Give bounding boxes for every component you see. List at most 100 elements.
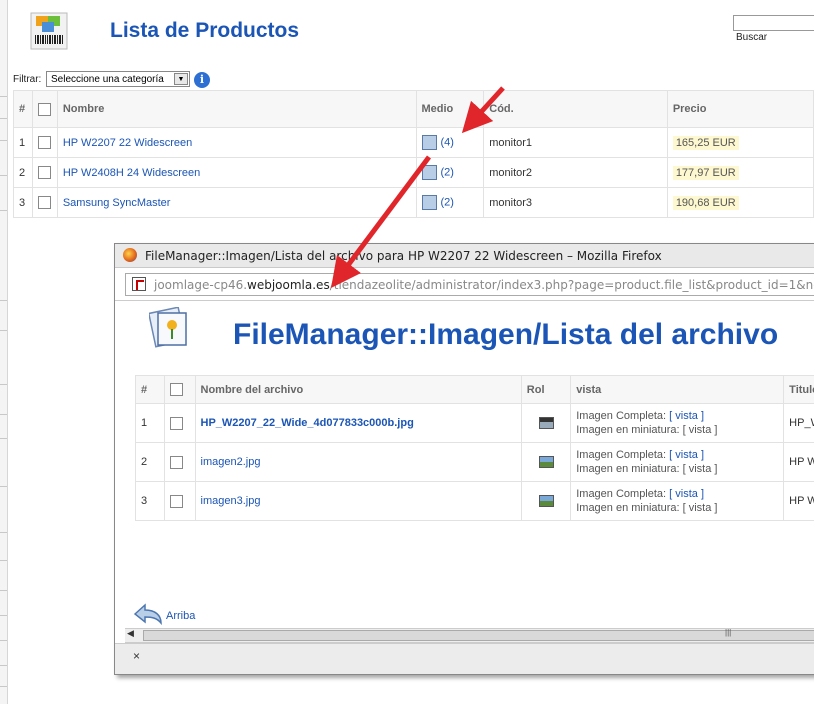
file-name-link[interactable]: imagen2.jpg (201, 456, 261, 468)
column-filename: Nombre del archivo (194, 375, 522, 404)
file-list-table: # Nombre del archivo Rol vista Titulo 1 … (135, 375, 814, 521)
row-number: 3 (13, 187, 33, 218)
category-select[interactable]: Seleccione una categoría ▼ (46, 71, 190, 87)
category-select-value: Seleccione una categoría (51, 74, 164, 85)
vista-thumb-link[interactable]: [ vista ] (683, 502, 718, 514)
column-number: # (13, 90, 33, 128)
table-row: 3 Samsung SyncMaster (2) monitor3 190,68… (13, 187, 814, 218)
vista-thumb-link[interactable]: [ vista ] (683, 424, 718, 436)
row-checkbox[interactable] (169, 455, 183, 469)
row-select-cell (163, 481, 196, 521)
row-number: 1 (135, 403, 165, 443)
media-image-icon[interactable] (421, 165, 437, 180)
row-select-cell (163, 403, 196, 443)
product-code: monitor2 (483, 157, 668, 188)
product-price: 165,25 EUR (672, 135, 739, 150)
select-all-checkbox[interactable] (37, 102, 51, 116)
firefox-icon (123, 248, 137, 262)
info-icon[interactable]: i (194, 72, 210, 88)
vista-full-label: Imagen Completa: (576, 449, 667, 461)
table-header-row: # Nombre Medio Cód. Precio (13, 90, 814, 128)
vista-thumb-label: Imagen en miniatura: (576, 463, 680, 475)
product-name-link[interactable]: HP W2207 22 Widescreen (63, 137, 192, 149)
back-arrow-icon[interactable] (133, 602, 163, 626)
product-price: 177,97 EUR (672, 165, 739, 180)
column-price[interactable]: Precio (666, 90, 814, 128)
media-count-link[interactable]: (2) (441, 196, 454, 208)
filemanager-popup-window: FileManager::Imagen/Lista del archivo pa… (114, 243, 814, 675)
product-name-link[interactable]: HP W2408H 24 Widescreen (63, 167, 200, 179)
media-image-icon[interactable] (421, 135, 437, 150)
close-icon[interactable]: × (133, 649, 140, 663)
vista-thumb-link[interactable]: [ vista ] (683, 463, 718, 475)
search-input[interactable] (733, 15, 814, 31)
row-checkbox[interactable] (37, 196, 51, 209)
row-number: 1 (13, 127, 33, 158)
column-vista: vista (570, 375, 785, 404)
row-select-cell (31, 157, 58, 188)
products-table: # Nombre Medio Cód. Precio 1 HP W2207 22… (13, 90, 814, 218)
table-row: 3 imagen3.jpg Imagen Completa: [ vista ]… (135, 481, 814, 521)
file-name-link[interactable]: imagen3.jpg (201, 495, 261, 507)
row-number: 3 (135, 481, 165, 521)
select-all-cell (163, 375, 196, 404)
select-all-checkbox[interactable] (169, 383, 183, 396)
column-number: # (135, 375, 165, 404)
row-select-cell (31, 187, 58, 218)
media-image-icon[interactable] (421, 195, 437, 210)
media-count-link[interactable]: (4) (441, 136, 454, 148)
column-rol: Rol (520, 375, 572, 404)
table-row: 1 HP_W2207_22_Wide_4d077833c000b.jpg Ima… (135, 403, 814, 443)
horizontal-scrollbar[interactable]: ◀ ||| (125, 628, 814, 643)
filter-label: Filtrar: (13, 74, 42, 85)
select-all-cell (31, 90, 58, 128)
file-name-link[interactable]: HP_W2207_22_Wide_4d077833c000b.jpg (201, 417, 414, 429)
row-checkbox[interactable] (37, 136, 51, 149)
vista-thumb-label: Imagen en miniatura: (576, 502, 680, 514)
product-name-link[interactable]: Samsung SyncMaster (63, 197, 171, 209)
site-favicon-icon (132, 277, 146, 291)
vista-full-link[interactable]: [ vista ] (669, 449, 704, 461)
row-number: 2 (135, 442, 165, 482)
page-title: Lista de Productos (110, 19, 300, 42)
product-code: monitor3 (483, 187, 668, 218)
image-role-icon (538, 456, 554, 469)
column-titulo: Titulo (783, 375, 814, 404)
product-price: 190,68 EUR (672, 195, 739, 210)
chevron-down-icon[interactable]: ▼ (174, 73, 188, 85)
row-select-cell (163, 442, 196, 482)
window-titlebar[interactable]: FileManager::Imagen/Lista del archivo pa… (115, 244, 814, 268)
url-text: joomlage-cp46.webjoomla.es/tiendazeolite… (154, 278, 814, 292)
column-media[interactable]: Medio (415, 90, 485, 128)
scrollbar-thumb[interactable] (143, 630, 814, 641)
column-name[interactable]: Nombre (56, 90, 417, 128)
vista-full-link[interactable]: [ vista ] (669, 488, 704, 500)
scroll-left-icon[interactable]: ◀ (127, 628, 134, 639)
table-row: 1 HP W2207 22 Widescreen (4) monitor1 16… (13, 127, 814, 158)
back-link[interactable]: Arriba (166, 610, 195, 622)
browser-statusbar: × (115, 643, 814, 674)
barcode-box-icon (30, 12, 68, 50)
row-checkbox[interactable] (169, 416, 183, 430)
search-button[interactable]: Buscar (733, 32, 770, 43)
row-checkbox[interactable] (169, 494, 183, 508)
media-count-link[interactable]: (2) (441, 166, 454, 178)
scrollbar-grip-icon: ||| (725, 628, 732, 637)
row-checkbox[interactable] (37, 166, 51, 179)
table-row: 2 HP W2408H 24 Widescreen (2) monitor2 1… (13, 157, 814, 188)
file-title: HP W (783, 442, 814, 482)
vista-full-label: Imagen Completa: (576, 488, 667, 500)
vista-full-link[interactable]: [ vista ] (669, 410, 704, 422)
vista-thumb-label: Imagen en miniatura: (576, 424, 680, 436)
column-code[interactable]: Cód. (483, 90, 668, 128)
address-bar[interactable]: joomlage-cp46.webjoomla.es/tiendazeolite… (125, 273, 814, 296)
window-title: FileManager::Imagen/Lista del archivo pa… (145, 249, 662, 263)
full-image-role-icon (538, 417, 554, 430)
table-header-row: # Nombre del archivo Rol vista Titulo (135, 375, 814, 404)
photo-frame-icon (149, 307, 187, 348)
image-role-icon (538, 495, 554, 508)
row-number: 2 (13, 157, 33, 188)
left-edge-panel (0, 0, 8, 704)
file-title: HP_W (783, 403, 814, 443)
row-select-cell (31, 127, 58, 158)
